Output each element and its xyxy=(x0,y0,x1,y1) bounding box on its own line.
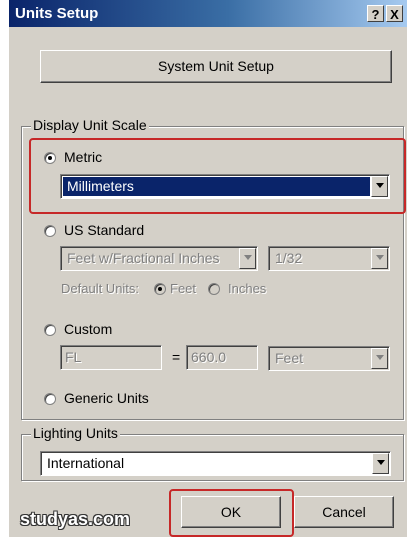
close-button[interactable]: X xyxy=(386,5,403,22)
inches-radio[interactable] xyxy=(208,283,220,295)
cancel-button[interactable]: Cancel xyxy=(294,496,394,528)
inches-label: Inches xyxy=(228,281,267,296)
help-button[interactable]: ? xyxy=(367,5,384,22)
us-standard-units-value: Feet w/Fractional Inches xyxy=(67,250,220,266)
system-unit-setup-button[interactable]: System Unit Setup xyxy=(40,50,392,83)
chevron-down-icon[interactable] xyxy=(371,176,388,197)
generic-units-radio[interactable] xyxy=(44,393,56,405)
lighting-units-legend: Lighting Units xyxy=(31,425,120,441)
lighting-units-value: International xyxy=(47,455,125,471)
metric-label: Metric xyxy=(64,149,103,165)
custom-label: Custom xyxy=(64,321,113,337)
us-standard-radio[interactable] xyxy=(44,225,56,237)
custom-unit-dropdown[interactable]: Feet xyxy=(268,346,390,371)
fraction-dropdown[interactable]: 1/32 xyxy=(268,246,390,271)
fraction-value: 1/32 xyxy=(275,250,303,266)
us-standard-units-dropdown[interactable]: Feet w/Fractional Inches xyxy=(60,246,258,271)
custom-amount-value: 660.0 xyxy=(191,349,227,365)
window-title: Units Setup xyxy=(15,5,99,22)
chevron-down-icon[interactable] xyxy=(371,248,388,269)
watermark: studyas.com xyxy=(20,509,131,529)
chevron-down-icon[interactable] xyxy=(371,348,388,369)
generic-units-label: Generic Units xyxy=(64,390,149,406)
feet-radio[interactable] xyxy=(154,283,166,295)
custom-name-value: FL xyxy=(65,349,82,365)
default-units-label: Default Units: xyxy=(61,281,140,296)
custom-amount-field[interactable]: 660.0 xyxy=(186,345,258,370)
custom-name-field[interactable]: FL xyxy=(60,345,162,370)
display-unit-scale-legend: Display Unit Scale xyxy=(31,117,149,133)
lighting-units-dropdown[interactable]: International xyxy=(40,451,391,476)
metric-units-dropdown[interactable]: Millimeters xyxy=(60,174,390,199)
custom-radio[interactable] xyxy=(44,324,56,336)
custom-unit-value: Feet xyxy=(275,350,304,366)
equals-sign: = xyxy=(172,349,181,365)
chevron-down-icon[interactable] xyxy=(239,248,256,269)
ok-button[interactable]: OK xyxy=(181,496,281,528)
feet-label: Feet xyxy=(170,281,197,296)
metric-radio[interactable] xyxy=(44,152,56,164)
chevron-down-icon[interactable] xyxy=(372,453,389,474)
us-standard-label: US Standard xyxy=(64,222,145,238)
metric-units-value: Millimeters xyxy=(67,178,134,194)
